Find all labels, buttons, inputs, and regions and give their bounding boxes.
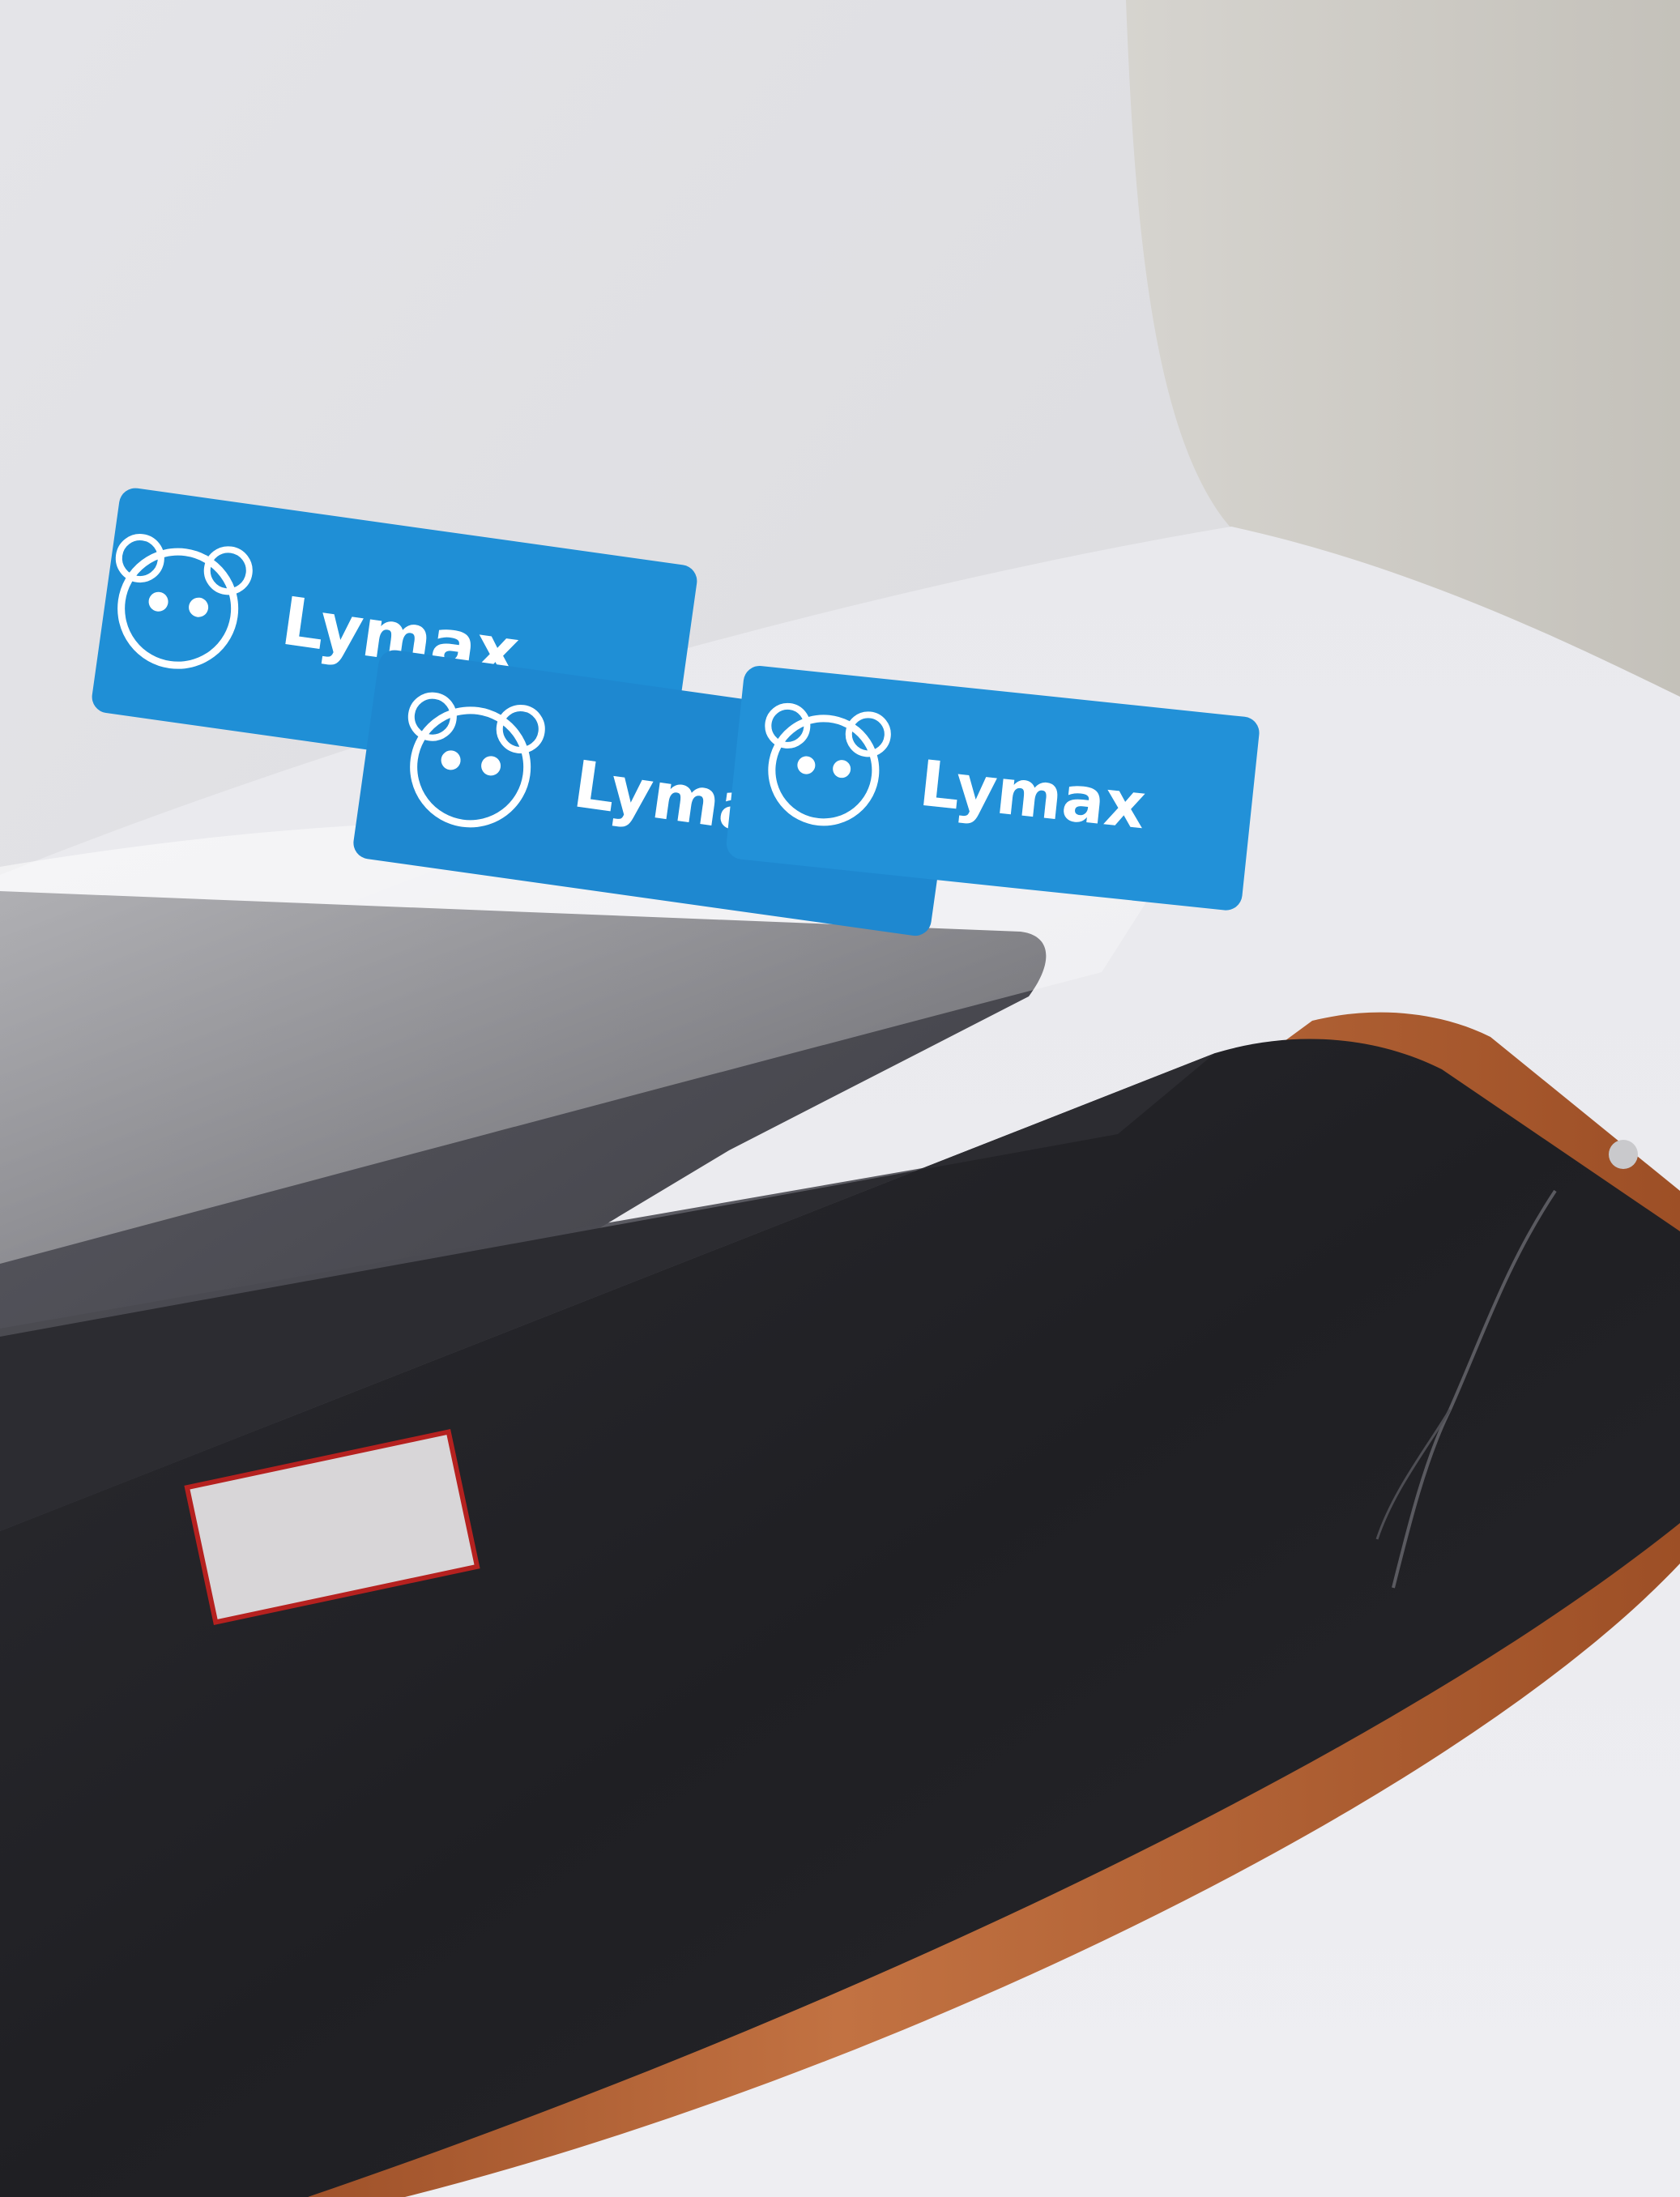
front-camera-dot [1609,1140,1638,1169]
photo-illustration: Lymax Lymax Lymax [0,0,1680,2197]
photo-scene: Lymax Lymax Lymax [0,0,1680,2197]
